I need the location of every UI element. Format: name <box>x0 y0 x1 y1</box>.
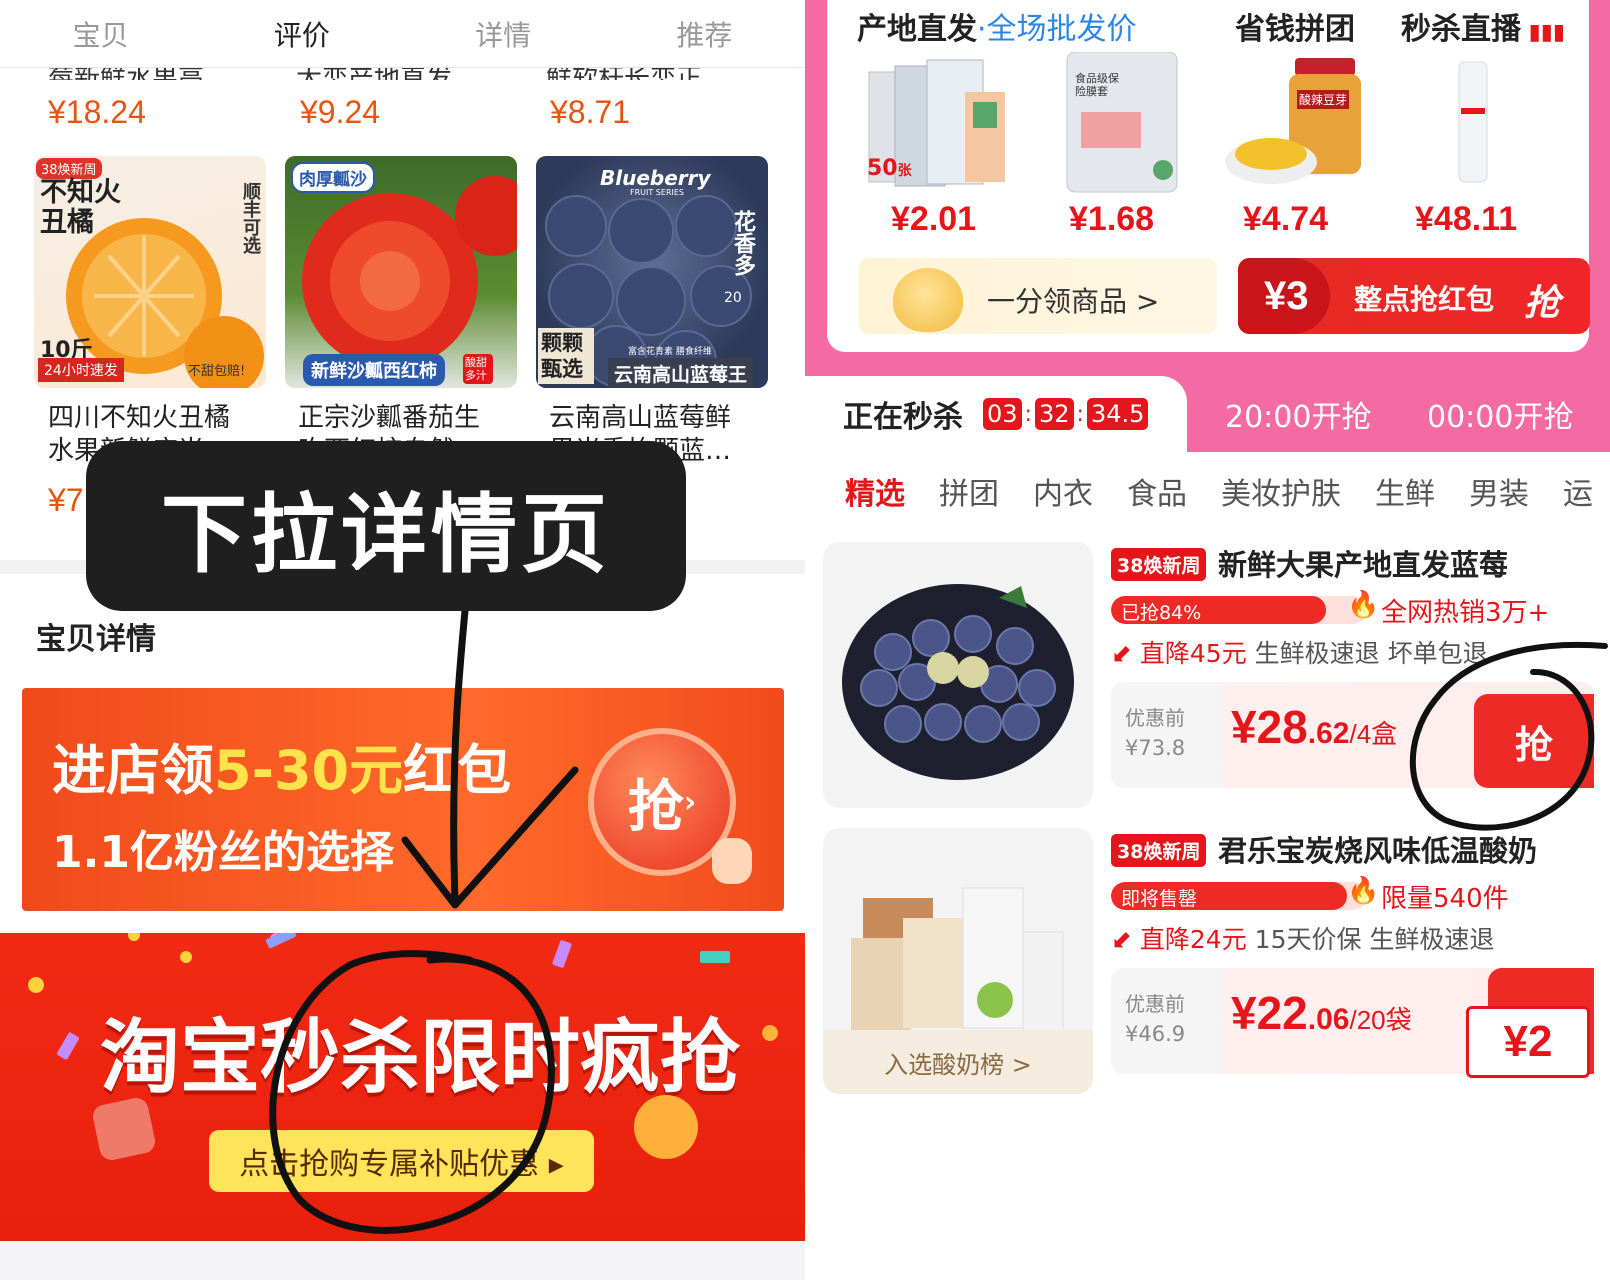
hand-drawn-annotations <box>1409 642 1608 831</box>
tab-item[interactable]: 宝贝 <box>1 14 201 54</box>
hand-drawn-annotations <box>269 576 579 1234</box>
tab-reviews[interactable]: 评价 <box>202 14 402 54</box>
tab-details[interactable]: 详情 <box>403 14 603 54</box>
annotation-overlay-caption: 下拉详情页 <box>86 441 686 611</box>
detail-tab-bar: 宝贝 评价 详情 推荐 <box>0 0 805 68</box>
right-screenshot: 产地直发·全场批发价 省钱拼团 秒杀直播 ▮▮▮ 50张 食品级保险膜套 酸辣豆… <box>805 0 1610 1280</box>
left-screenshot: 宝贝 评价 详情 推荐 莓新鲜水果高… 大恋产地直发… 鲜软杆长恋正… ¥18.… <box>0 0 805 1280</box>
tab-recommend[interactable]: 推荐 <box>604 14 804 54</box>
